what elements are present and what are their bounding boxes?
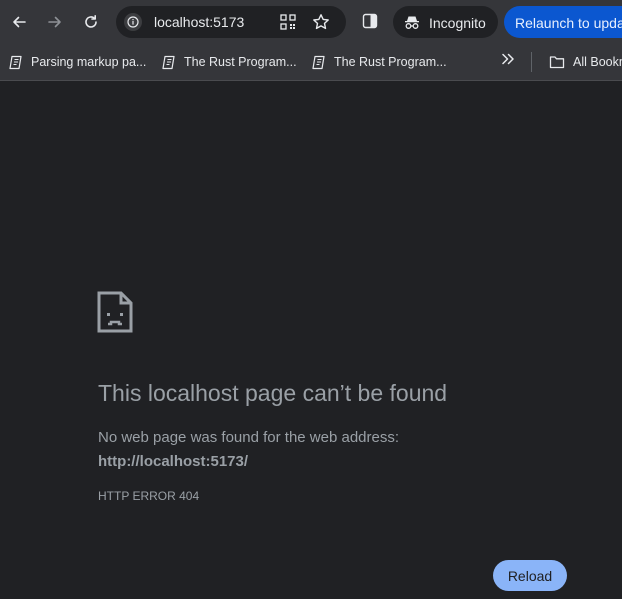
incognito-button[interactable]: Incognito (393, 6, 498, 38)
reload-icon (85, 15, 97, 28)
browser-toolbar: localhost:5173 Incognito Relaunch to upd… (0, 0, 622, 44)
error-url: http://localhost:5173/ (98, 453, 249, 470)
bookmark-star-button[interactable] (312, 13, 330, 36)
bookmarks-bar: Parsing markup pa... The Rust Program...… (0, 44, 622, 81)
site-info-button[interactable] (124, 13, 142, 31)
side-panel-button[interactable] (362, 13, 378, 34)
reload-page-button[interactable] (77, 8, 105, 36)
bookmark-favicon-icon (162, 55, 176, 70)
bookmark-favicon-icon (312, 55, 326, 70)
bookmarks-overflow-button[interactable] (500, 51, 516, 72)
bookmark-item[interactable]: The Rust Program... (312, 52, 447, 72)
all-bookmarks-button[interactable]: All Bookmarks (549, 52, 622, 72)
arrow-right-icon (48, 16, 61, 28)
bookmark-item[interactable]: Parsing markup pa... (9, 52, 146, 72)
relaunch-button[interactable]: Relaunch to update (504, 6, 622, 38)
error-code: HTTP ERROR 404 (98, 489, 200, 503)
back-button[interactable] (5, 8, 33, 36)
arrow-left-icon (13, 16, 26, 28)
error-description: No web page was found for the web addres… (98, 429, 400, 446)
error-title: This localhost page can’t be found (98, 380, 448, 406)
reload-button[interactable]: Reload (493, 560, 567, 591)
side-panel-icon (362, 13, 378, 29)
bookmark-label: Parsing markup pa... (31, 55, 147, 69)
folder-icon (549, 56, 565, 69)
address-url[interactable]: localhost:5173 (154, 14, 244, 30)
address-bar[interactable]: localhost:5173 (116, 6, 346, 38)
bookmark-label: The Rust Program... (334, 55, 447, 69)
qr-code-icon (280, 14, 296, 30)
incognito-icon (405, 16, 419, 29)
bookmarks-divider (531, 52, 532, 72)
relaunch-label: Relaunch to update (515, 15, 622, 31)
info-icon (127, 16, 139, 28)
bookmark-favicon-icon (9, 55, 23, 70)
incognito-label: Incognito (429, 15, 486, 31)
double-chevron-right-icon (502, 53, 514, 65)
star-icon (313, 14, 329, 30)
bookmark-item[interactable]: The Rust Program... (162, 52, 297, 72)
bookmark-label: The Rust Program... (184, 55, 297, 69)
sad-page-icon (97, 291, 133, 338)
forward-button[interactable] (41, 8, 69, 36)
qr-code-button[interactable] (280, 14, 296, 35)
all-bookmarks-label: All Bookmarks (573, 55, 622, 69)
